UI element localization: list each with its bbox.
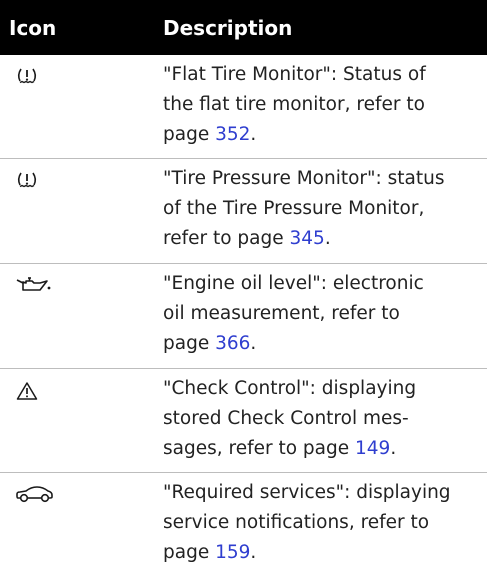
- table-header: Icon Description: [0, 0, 487, 55]
- icon-cell: [0, 159, 163, 263]
- table-row: "Required services": displaying service …: [0, 473, 487, 573]
- table-row: "Check Control": displaying stored Check…: [0, 369, 487, 473]
- description-text: page: [163, 542, 216, 563]
- description-line: "Required services": displaying: [163, 482, 451, 503]
- page-link[interactable]: 352: [215, 124, 250, 145]
- icon-description-table: Icon Description "Flat Tire Monitor": St…: [0, 0, 487, 573]
- tire-pressure-icon: [16, 171, 163, 189]
- car-icon: [16, 485, 163, 503]
- description-line: "Tire Pressure Monitor": status: [163, 168, 445, 189]
- description-line: page 366.: [163, 329, 475, 359]
- description-line: page 352.: [163, 120, 475, 150]
- description-line: oil measurement, refer to: [163, 303, 400, 324]
- description-line: the flat tire monitor, refer to: [163, 94, 425, 115]
- description-text: .: [390, 438, 397, 459]
- description-cell: "Tire Pressure Monitor": status of the T…: [163, 159, 487, 263]
- description-cell: "Flat Tire Monitor": Status of the flat …: [163, 55, 487, 158]
- table-row: "Tire Pressure Monitor": status of the T…: [0, 159, 487, 264]
- description-text: .: [250, 124, 257, 145]
- page-link[interactable]: 159: [215, 542, 250, 563]
- description-line: of the Tire Pressure Monitor,: [163, 198, 425, 219]
- header-icon-label: Icon: [9, 15, 57, 40]
- table-row: "Engine oil level": electronic oil measu…: [0, 264, 487, 369]
- oil-can-icon: [16, 276, 163, 294]
- description-text: .: [250, 542, 257, 563]
- description-text: page: [163, 333, 216, 354]
- description-text: .: [324, 228, 331, 249]
- icon-cell: [0, 473, 163, 573]
- table-row: "Flat Tire Monitor": Status of the flat …: [0, 55, 487, 159]
- description-line: service notifications, refer to: [163, 512, 430, 533]
- description-line: page 159.: [163, 538, 475, 568]
- page-link[interactable]: 149: [355, 438, 390, 459]
- description-text: .: [250, 333, 257, 354]
- description-cell: "Required services": displaying service …: [163, 473, 487, 573]
- description-line: "Engine oil level": electronic: [163, 273, 424, 294]
- icon-cell: [0, 55, 163, 158]
- warning-triangle-icon: [16, 381, 163, 401]
- flat-tire-icon: [16, 67, 163, 85]
- description-line: "Flat Tire Monitor": Status of: [163, 64, 426, 85]
- description-cell: "Check Control": displaying stored Check…: [163, 369, 487, 472]
- icon-cell: [0, 369, 163, 472]
- description-text: sages, refer to page: [163, 438, 356, 459]
- description-line: stored Check Control mes-: [163, 408, 409, 429]
- description-text: refer to page: [163, 228, 290, 249]
- header-description-label: Description: [163, 15, 293, 40]
- description-cell: "Engine oil level": electronic oil measu…: [163, 264, 487, 368]
- description-text: page: [163, 124, 216, 145]
- page-link[interactable]: 366: [215, 333, 250, 354]
- description-line: sages, refer to page 149.: [163, 434, 475, 464]
- description-line: "Check Control": displaying: [163, 378, 417, 399]
- description-line: refer to page 345.: [163, 224, 475, 254]
- icon-cell: [0, 264, 163, 368]
- page-link[interactable]: 345: [290, 228, 325, 249]
